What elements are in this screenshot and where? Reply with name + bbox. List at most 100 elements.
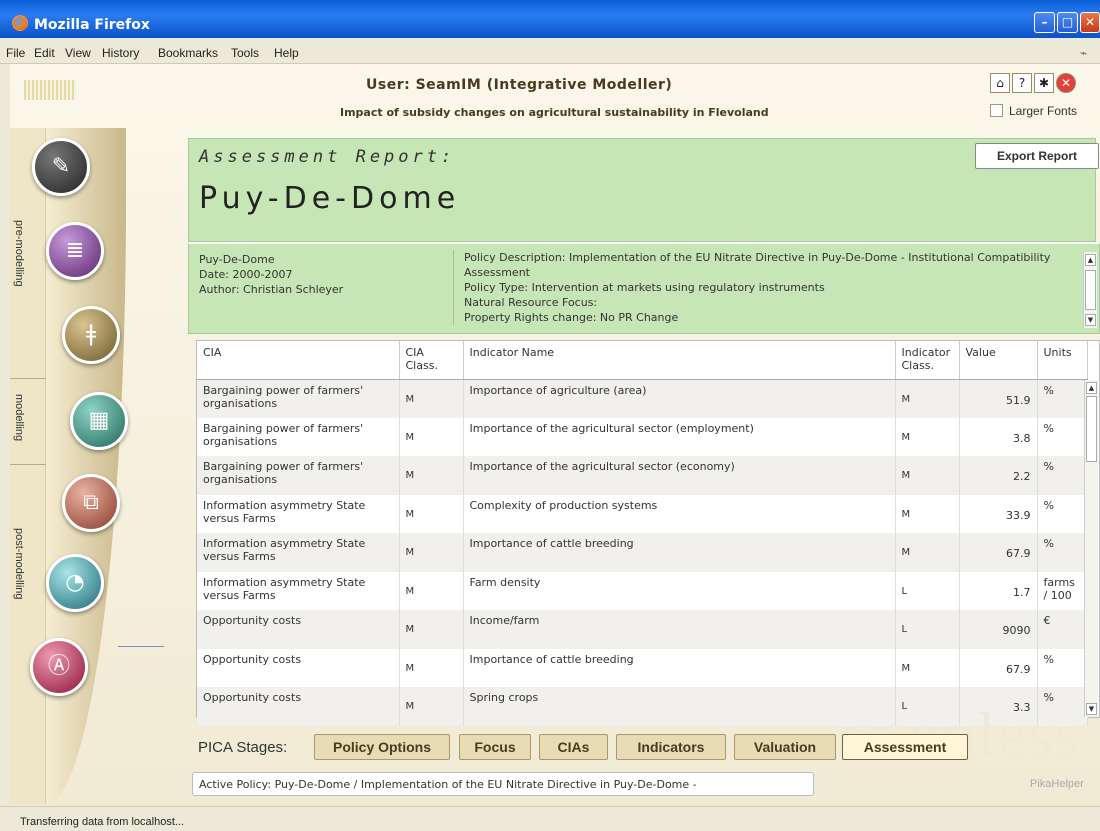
cell-indicator-class: M <box>895 648 960 687</box>
cell-value: 67.9 <box>959 533 1038 572</box>
analysis-icon[interactable]: Ⓐ <box>30 638 88 696</box>
thermometer-icon[interactable]: ǂ <box>62 306 120 364</box>
stage-cias[interactable]: CIAs <box>539 734 608 760</box>
table-row[interactable]: Opportunity costs M Importance of cattle… <box>197 648 1088 687</box>
cell-units: % <box>1037 456 1088 495</box>
workflow-sidebar: pre-modelling modelling post-modelling ✎… <box>10 128 180 804</box>
meta-region: Puy-De-Dome <box>199 253 275 266</box>
chart-icon[interactable]: ⧉ <box>62 474 120 532</box>
report-meta: Puy-De-Dome Date: 2000-2007 Author: Chri… <box>199 252 343 297</box>
menu-file[interactable]: File <box>6 46 25 60</box>
scroll-thumb[interactable] <box>1086 396 1097 462</box>
menu-view[interactable]: View <box>65 46 91 60</box>
menu-history[interactable]: History <box>102 46 139 60</box>
scroll-up-icon[interactable]: ▲ <box>1085 254 1096 266</box>
home-icon[interactable]: ⌂ <box>990 73 1010 93</box>
checkbox-box[interactable] <box>990 104 1003 117</box>
indicator-table-container: CIA CIA Class. Indicator Name Indicator … <box>196 340 1100 726</box>
policy-details: Policy Description: Implementation of th… <box>453 250 1073 325</box>
table-row[interactable]: Information asymmetry State versus Farms… <box>197 533 1088 572</box>
minimize-icon[interactable]: – <box>1034 12 1055 33</box>
col-header-cia[interactable]: CIA <box>197 341 400 380</box>
active-step-connector <box>118 646 164 647</box>
property-rights: Property Rights change: No PR Change <box>464 311 679 324</box>
table-row[interactable]: Opportunity costs M Income/farm L 9090 € <box>197 610 1088 649</box>
stage-assessment[interactable]: Assessment <box>842 734 968 760</box>
col-header-value[interactable]: Value <box>959 341 1038 380</box>
menu-edit[interactable]: Edit <box>34 46 55 60</box>
resource-focus: Natural Resource Focus: <box>464 296 598 309</box>
section-post-modelling: post-modelling <box>13 528 25 600</box>
project-subtitle: Impact of subsidy changes on agricultura… <box>340 106 769 119</box>
close-icon[interactable]: ✕ <box>1080 12 1100 33</box>
cell-value: 2.2 <box>959 456 1038 495</box>
status-bar: Transferring data from localhost... <box>0 806 1100 831</box>
clipboard-icon[interactable]: ✎ <box>32 138 90 196</box>
user-label: User: SeamIM (Integrative Modeller) <box>366 77 673 93</box>
cell-cia: Information asymmetry State versus Farms <box>197 494 400 533</box>
stage-policy-options[interactable]: Policy Options <box>314 734 450 760</box>
stage-focus[interactable]: Focus <box>459 734 531 760</box>
window-title: Mozilla Firefox <box>34 17 150 33</box>
cell-indicator: Farm density <box>463 571 896 610</box>
pica-stages-bar: PICA Stages: Policy Options Focus CIAs I… <box>196 732 976 764</box>
cell-units: % <box>1037 494 1088 533</box>
scroll-down-icon[interactable]: ▼ <box>1085 314 1096 326</box>
scroll-up-icon[interactable]: ▲ <box>1086 382 1097 394</box>
report-label: Assessment Report: <box>199 147 456 167</box>
bug-icon[interactable]: ✱ <box>1034 73 1054 93</box>
cell-cia-class: M <box>399 610 464 649</box>
menu-tools[interactable]: Tools <box>231 46 259 60</box>
cell-indicator: Spring crops <box>463 687 896 726</box>
report-info-panel: Puy-De-Dome Date: 2000-2007 Author: Chri… <box>188 242 1100 334</box>
col-header-indicator-class[interactable]: Indicator Class. <box>895 341 960 380</box>
cell-units: % <box>1037 417 1088 456</box>
table-row[interactable]: Information asymmetry State versus Farms… <box>197 494 1088 533</box>
menu-bookmarks[interactable]: Bookmarks <box>158 46 218 60</box>
cell-cia-class: M <box>399 417 464 456</box>
app-header: User: SeamIM (Integrative Modeller) Impa… <box>10 64 1100 128</box>
export-report-button[interactable]: Export Report <box>975 143 1099 169</box>
cell-units: € <box>1037 610 1088 649</box>
exit-icon[interactable]: ✕ <box>1056 73 1076 93</box>
stage-valuation[interactable]: Valuation <box>734 734 836 760</box>
maximize-icon[interactable]: □ <box>1057 12 1078 33</box>
cell-indicator: Income/farm <box>463 610 896 649</box>
section-pre-modelling: pre-modelling <box>13 220 25 287</box>
table-scrollbar[interactable]: ▲ ▼ <box>1084 380 1098 717</box>
window-titlebar: Mozilla Firefox – □ ✕ <box>0 0 1100 38</box>
cell-indicator: Importance of agriculture (area) <box>463 379 896 418</box>
table-row[interactable]: Bargaining power of farmers' organisatio… <box>197 379 1088 418</box>
app-area: User: SeamIM (Integrative Modeller) Impa… <box>10 64 1100 804</box>
active-policy-bar: Active Policy: Puy-De-Dome / Implementat… <box>192 772 814 796</box>
main-content: Assessment Report: Puy-De-Dome Export Re… <box>188 138 1100 804</box>
menu-help[interactable]: Help <box>274 46 299 60</box>
table-row[interactable]: Bargaining power of farmers' organisatio… <box>197 417 1088 456</box>
col-header-indicator[interactable]: Indicator Name <box>463 341 896 380</box>
cell-indicator: Importance of cattle breeding <box>463 533 896 572</box>
magnifier-icon[interactable]: ◔ <box>46 554 104 612</box>
cell-units: % <box>1037 648 1088 687</box>
col-header-units[interactable]: Units <box>1037 341 1088 380</box>
table-row[interactable]: Information asymmetry State versus Farms… <box>197 571 1088 610</box>
calculator-icon[interactable]: ▦ <box>70 392 128 450</box>
cell-cia: Bargaining power of farmers' organisatio… <box>197 456 400 495</box>
cell-cia: Opportunity costs <box>197 610 400 649</box>
stage-indicators[interactable]: Indicators <box>616 734 726 760</box>
report-title: Puy-De-Dome <box>199 181 461 216</box>
cell-cia-class: M <box>399 494 464 533</box>
info-scrollbar[interactable]: ▲ ▼ <box>1083 252 1097 328</box>
cell-cia-class: M <box>399 571 464 610</box>
col-header-cia-class[interactable]: CIA Class. <box>399 341 464 380</box>
table-row[interactable]: Bargaining power of farmers' organisatio… <box>197 456 1088 495</box>
help-icon[interactable]: ? <box>1012 73 1032 93</box>
cell-cia: Bargaining power of farmers' organisatio… <box>197 417 400 456</box>
table-header-row: CIA CIA Class. Indicator Name Indicator … <box>197 341 1088 380</box>
scroll-down-icon[interactable]: ▼ <box>1086 703 1097 715</box>
scroll-thumb[interactable] <box>1085 270 1096 310</box>
larger-fonts-checkbox[interactable]: Larger Fonts <box>990 104 1077 118</box>
pikahelper-label: PikaHelper <box>1030 778 1084 790</box>
document-icon[interactable]: ≣ <box>46 222 104 280</box>
policy-description: Policy Description: Implementation of th… <box>464 251 1051 279</box>
cell-units: % <box>1037 379 1088 418</box>
